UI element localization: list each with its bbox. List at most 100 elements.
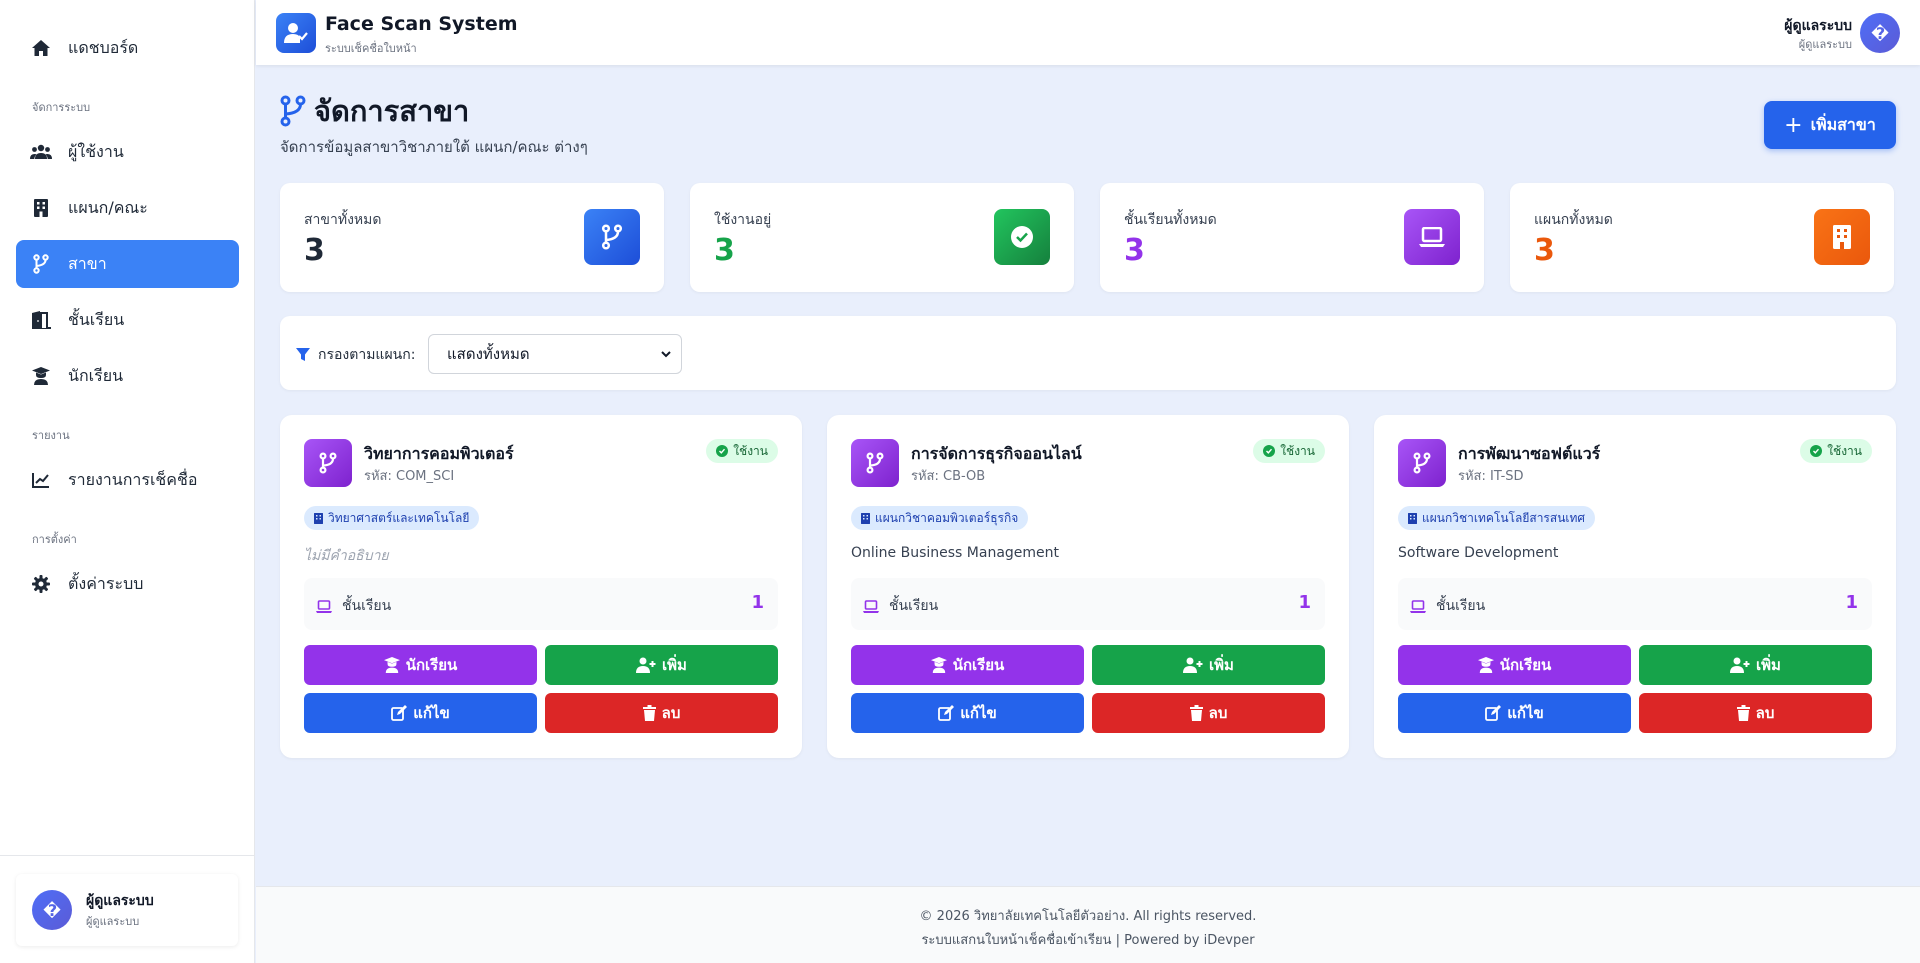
sidebar-item-label: ตั้งค่าระบบ [68,573,144,593]
branch-description: Software Development [1398,545,1559,561]
app-title: Face Scan System [325,13,518,35]
filter-bar: กรองตามแผนก: แสดงทั้งหมด [280,316,1896,390]
classroom-count-box: ชั้นเรียน 1 [304,578,778,630]
chevron-down-icon [659,347,673,361]
stat-card-classrooms: ชั้นเรียนทั้งหมด 3 [1100,183,1484,292]
stat-label: แผนกทั้งหมด [1534,212,1613,228]
add-student-button[interactable]: เพิ่ม [1092,645,1325,685]
code-branch-icon [30,253,52,275]
button-label: เพิ่ม [662,656,687,674]
branch-code: รหัส: COM_SCI [364,469,455,484]
delete-button[interactable]: ลบ [1639,693,1872,733]
button-label: เพิ่ม [1209,656,1234,674]
department-label: แผนกวิชาเทคโนโลยีสารสนเทศ [1422,510,1586,525]
trash-icon [1189,705,1203,721]
edit-icon [1485,705,1502,721]
code-branch-icon [280,95,306,127]
classroom-count-box: ชั้นเรียน 1 [1398,578,1872,630]
stat-label: ชั้นเรียนทั้งหมด [1124,212,1217,228]
code-branch-icon [851,439,899,487]
branch-card: การจัดการธุรกิจออนไลน์ รหัส: CB-OB ใช้งา… [827,415,1349,758]
branch-card: การพัฒนาซอฟต์แวร์ รหัส: IT-SD ใช้งาน แผน… [1374,415,1896,758]
sidebar-item-label: แผนก/คณะ [68,197,148,217]
view-students-button[interactable]: นักเรียน [304,645,537,685]
sidebar-item-users[interactable]: ผู้ใช้งาน [16,128,239,176]
building-icon [861,512,870,524]
button-label: แก้ไข [413,704,450,722]
classroom-count-label: ชั้นเรียน [342,598,392,614]
branch-card: วิทยาการคอมพิวเตอร์ รหัส: COM_SCI ใช้งาน… [280,415,802,758]
page-subtitle: จัดการข้อมูลสาขาวิชาภายใต้ แผนก/คณะ ต่าง… [280,138,588,156]
trash-icon [1736,705,1750,721]
gear-icon [30,573,52,595]
sidebar-item-label: สาขา [68,253,107,273]
stat-label: สาขาทั้งหมด [304,212,382,228]
sidebar-divider [0,855,255,856]
top-header: Face Scan System ระบบเช็คชื่อใบหน้า ผู้ด… [256,0,1920,65]
sidebar-item-attendance-report[interactable]: รายงานการเช็คชื่อ [16,456,239,504]
avatar[interactable]: � [1860,13,1900,53]
sidebar-user-card[interactable]: � ผู้ดูแลระบบ ผู้ดูแลระบบ [16,874,238,946]
edit-icon [938,705,955,721]
department-filter-select[interactable]: แสดงทั้งหมด [428,334,682,374]
view-students-button[interactable]: นักเรียน [851,645,1084,685]
add-branch-button[interactable]: + เพิ่มสาขา [1764,101,1896,149]
classroom-count-value: 1 [751,592,764,613]
trash-icon [642,705,656,721]
department-label: วิทยาศาสตร์และเทคโนโลยี [328,510,470,525]
laptop-icon [316,599,332,613]
sidebar-item-dashboard[interactable]: แดชบอร์ด [16,24,239,72]
filter-icon [296,348,310,362]
edit-button[interactable]: แก้ไข [1398,693,1631,733]
sidebar-item-settings[interactable]: ตั้งค่าระบบ [16,560,239,608]
filter-selected-value: แสดงทั้งหมด [447,345,530,363]
button-label: นักเรียน [405,656,458,674]
edit-icon [391,705,408,721]
user-plus-icon [1183,657,1203,673]
branch-name: การพัฒนาซอฟต์แวร์ [1458,444,1601,463]
chart-line-icon [30,469,52,491]
sidebar-item-label: ชั้นเรียน [68,309,125,329]
button-label: ลบ [1755,704,1775,722]
plus-icon: + [1784,112,1803,138]
button-label: เพิ่ม [1756,656,1781,674]
footer-powered-by: ระบบแสกนใบหน้าเช็คชื่อเข้าเรียน | Powere… [921,933,1255,948]
users-icon [30,141,52,163]
edit-button[interactable]: แก้ไข [851,693,1084,733]
check-circle-icon [716,445,729,457]
add-student-button[interactable]: เพิ่ม [545,645,778,685]
graduate-icon [1477,657,1494,673]
sidebar: แดชบอร์ด จัดการระบบ ผู้ใช้งาน แผนก/คณะ ส… [0,0,255,963]
branch-description: Online Business Management [851,545,1060,561]
door-icon [30,309,52,331]
code-branch-icon [1398,439,1446,487]
sidebar-user-role: ผู้ดูแลระบบ [86,915,140,928]
sidebar-item-label: ผู้ใช้งาน [68,141,124,161]
edit-button[interactable]: แก้ไข [304,693,537,733]
user-plus-icon [636,657,656,673]
sidebar-section-reports: รายงาน [32,429,70,442]
view-students-button[interactable]: นักเรียน [1398,645,1631,685]
branch-code: รหัส: IT-SD [1458,469,1524,484]
code-branch-icon [304,439,352,487]
button-label: แก้ไข [960,704,997,722]
status-label: ใช้งาน [733,443,768,458]
sidebar-item-branches[interactable]: สาขา [16,240,239,288]
laptop-icon [863,599,879,613]
classroom-count-value: 1 [1298,592,1311,613]
building-icon [1814,209,1870,265]
sidebar-item-students[interactable]: นักเรียน [16,352,239,400]
delete-button[interactable]: ลบ [545,693,778,733]
graduate-icon [930,657,947,673]
add-student-button[interactable]: เพิ่ม [1639,645,1872,685]
button-label: นักเรียน [1499,656,1552,674]
header-user-name: ผู้ดูแลระบบ [1784,18,1852,34]
stat-value: 3 [714,233,735,268]
stat-label: ใช้งานอยู่ [714,212,772,228]
sidebar-item-classrooms[interactable]: ชั้นเรียน [16,296,239,344]
sidebar-item-departments[interactable]: แผนก/คณะ [16,184,239,232]
branch-description: ไม่มีคำอธิบาย [304,548,389,564]
page-title: จัดการสาขา [314,94,470,128]
stat-value: 3 [1534,233,1555,268]
delete-button[interactable]: ลบ [1092,693,1325,733]
